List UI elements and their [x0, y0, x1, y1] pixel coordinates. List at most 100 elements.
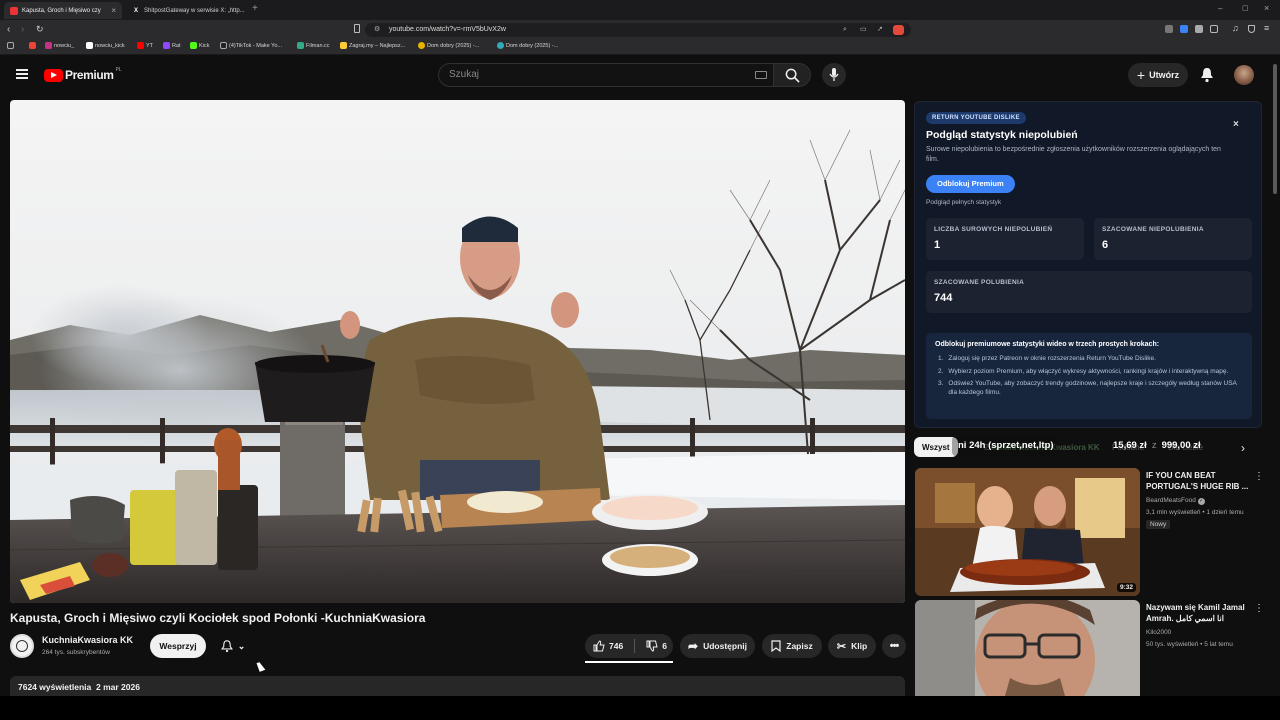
brave-shield-icon[interactable]: [893, 25, 904, 35]
create-label: Utwórz: [1149, 70, 1180, 80]
video-title: Kapusta, Groch i Mięsiwo czyli Kociołek …: [10, 611, 426, 625]
avatar[interactable]: [1234, 65, 1254, 85]
zagraj-icon: [340, 42, 347, 49]
url-bar[interactable]: ⚙ youtube.com/watch?v=-rmV5bUvX2w ⌕ ▭ ↗: [365, 23, 911, 37]
search-input[interactable]: Szukaj: [438, 63, 774, 87]
more-vertical-icon[interactable]: ⋮: [1254, 471, 1264, 482]
scrollbar-thumb[interactable]: [1273, 64, 1277, 194]
search-icon: [785, 68, 800, 83]
reload-icon[interactable]: ↻: [36, 24, 44, 35]
channel-name[interactable]: KuchniaKwasiora KK: [42, 635, 133, 645]
bookmark-item[interactable]: Dom dobry (2025) -...: [497, 42, 558, 49]
bookmark-icon: [418, 42, 425, 49]
share-page-icon[interactable]: ↗: [877, 23, 883, 37]
save-button[interactable]: Zapisz: [762, 634, 822, 658]
description-box[interactable]: 7624 wyświetlenia 2 mar 2026: [10, 676, 905, 696]
menu-icon[interactable]: ≡: [1264, 23, 1269, 33]
new-tab-icon[interactable]: +: [252, 3, 258, 14]
site-info-icon[interactable]: ⚙: [374, 23, 380, 37]
vpn-shield-icon[interactable]: [1248, 25, 1255, 33]
bookmark-item[interactable]: Rat: [163, 42, 181, 49]
chevron-right-icon[interactable]: ›: [1241, 441, 1245, 455]
youtube-premium-logo[interactable]: Premium PL: [44, 67, 122, 82]
voice-search-button[interactable]: [822, 63, 846, 87]
create-button[interactable]: + Utwórz: [1128, 63, 1188, 87]
divider: [634, 639, 636, 653]
list-item: 1. Zaloguj się przez Patreon w oknie rozs…: [938, 355, 1156, 362]
thumbs-up-icon: [593, 640, 605, 652]
bookmark-item[interactable]: YT: [137, 42, 153, 49]
recommendation-channel[interactable]: Kilo2000: [1146, 629, 1171, 636]
dislike-button[interactable]: 6: [646, 640, 667, 652]
instagram-icon: [45, 42, 52, 49]
more-actions-button[interactable]: •••: [882, 634, 906, 658]
bookmark-item[interactable]: Zagraj.my – Najlepsz...: [340, 42, 405, 49]
screenshot-icon[interactable]: ▭: [860, 23, 867, 37]
extensions-puzzle-icon[interactable]: [1195, 25, 1203, 33]
recommendation-title[interactable]: Nazywam się Kamil Jamal Amrah. انا اسمي …: [1146, 602, 1250, 624]
channel-avatar[interactable]: [10, 634, 34, 658]
close-window-icon[interactable]: ×: [1264, 3, 1269, 13]
more-vertical-icon[interactable]: ⋮: [1254, 603, 1264, 614]
bookmark-item[interactable]: Dom dobry (2025) -...: [418, 42, 479, 49]
browser-toolbar: ‹ › ↻ ⚙ youtube.com/watch?v=-rmV5bUvX2w …: [0, 20, 1280, 40]
forward-icon[interactable]: ›: [21, 24, 24, 35]
verified-icon: ✓: [1197, 498, 1205, 505]
video-player[interactable]: [10, 100, 905, 603]
steps-heading: Odblokuj premiumowe statystyki wideo w t…: [935, 341, 1160, 348]
maximize-icon[interactable]: ▢: [1242, 4, 1249, 12]
bookmark-item[interactable]: nowciu_: [45, 42, 74, 49]
twitch-icon: [163, 42, 170, 49]
sidebar-icon[interactable]: [1210, 25, 1218, 33]
chevron-down-icon: ⌄: [237, 640, 246, 651]
recommendation-title[interactable]: IF YOU CAN BEAT PORTUGAL'S HUGE RIB ...: [1146, 470, 1250, 492]
minimize-icon[interactable]: –: [1218, 4, 1222, 13]
plus-icon: +: [1136, 67, 1146, 83]
logo-text: Premium: [65, 68, 114, 82]
notification-settings-button[interactable]: ⌄: [212, 634, 254, 658]
youtube-logo-icon: [44, 68, 63, 82]
bookmarks-bar: nowciu_ nowciu_kick YT Rat Kick (4)TikTo…: [0, 40, 1280, 55]
close-tab-icon[interactable]: ×: [111, 6, 116, 15]
page-scrollbar[interactable]: [1272, 60, 1278, 694]
bookmark-item[interactable]: [29, 42, 38, 49]
search-button[interactable]: [773, 63, 811, 87]
bottom-bar: [0, 696, 1280, 720]
recommendation-channel[interactable]: BeardMeatsFood ✓: [1146, 497, 1205, 505]
notifications-bell-icon[interactable]: [1200, 67, 1214, 83]
bookmark-page-icon[interactable]: [354, 24, 360, 33]
browser-tab[interactable]: X ShitpostGateway w serwisie X: „http...: [126, 2, 248, 19]
stat-estimated-dislikes: SZACOWANE NIEPOLUBIENIA 6: [1094, 218, 1252, 260]
recommendation-thumbnail[interactable]: 9:32: [915, 468, 1140, 596]
tab-title: ShitpostGateway w serwisie X: „http...: [144, 7, 245, 14]
view-count: 7624 wyświetlenia: [18, 682, 92, 692]
bookmark-item[interactable]: (4)TikTok - Make Yo...: [220, 42, 282, 49]
close-panel-icon[interactable]: ×: [1233, 119, 1239, 130]
bookmark-item[interactable]: nowciu_kick: [86, 42, 125, 49]
zoom-icon[interactable]: ⌕: [843, 23, 847, 37]
stat-estimated-likes: SZACOWANE POLUBIENIA 744: [926, 271, 1252, 313]
like-dislike-group: 746 6: [585, 634, 673, 658]
bookmark-item[interactable]: Kick: [190, 42, 209, 49]
price-overlay: 15,69 zł z 999,00 zł: [1113, 440, 1201, 451]
support-button[interactable]: Wesprzyj: [150, 634, 206, 658]
hamburger-menu-icon[interactable]: [16, 69, 28, 79]
apps-grid-icon[interactable]: [7, 42, 16, 49]
clip-button[interactable]: ✂ Klip: [828, 634, 876, 658]
recommendation-thumbnail[interactable]: [915, 600, 1140, 696]
unlock-premium-button[interactable]: Odblokuj Premium: [926, 175, 1015, 193]
like-button[interactable]: 746: [593, 640, 623, 652]
mouse-cursor-icon: [256, 661, 266, 672]
bookmark-item[interactable]: Filman.cc: [297, 42, 330, 49]
browser-tab-active[interactable]: Kapusta, Groch i Mięsiwo czy ×: [4, 2, 122, 19]
extension-icon[interactable]: [1180, 25, 1188, 33]
keyboard-icon[interactable]: [755, 71, 767, 79]
extension-icon[interactable]: [1165, 25, 1173, 33]
list-item: 3. Odśwież YouTube, aby zobaczyć trendy g…: [938, 380, 1237, 396]
back-icon[interactable]: ‹: [7, 24, 10, 35]
music-icon[interactable]: ♫: [1232, 23, 1239, 33]
share-button[interactable]: ➦ Udostępnij: [680, 634, 755, 658]
search-placeholder: Szukaj: [449, 69, 480, 80]
bookmark-icon: [29, 42, 36, 49]
youtube-favicon-icon: [10, 6, 18, 15]
